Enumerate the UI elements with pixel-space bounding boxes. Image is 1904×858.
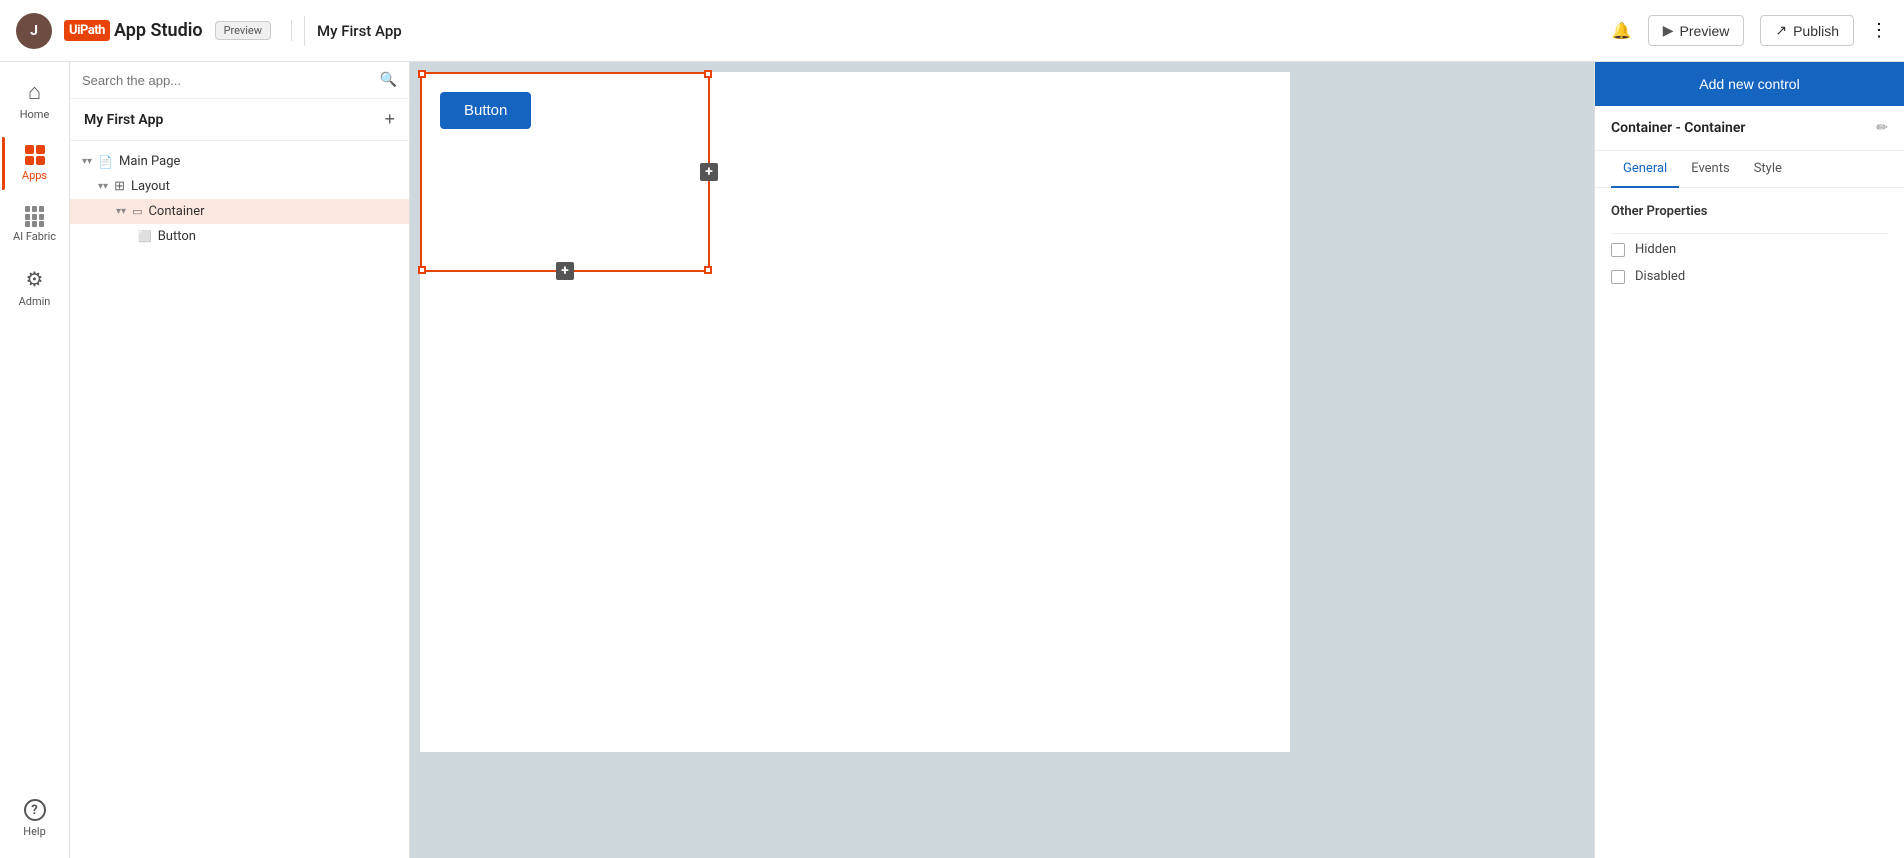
tab-events[interactable]: Events (1679, 151, 1741, 188)
add-new-control-button[interactable]: Add new control (1595, 62, 1904, 106)
search-icon: 🔍 (380, 72, 397, 88)
home-icon: ⌂ (28, 82, 41, 104)
sidebar-item-ai-fabric[interactable]: AI Fabric (5, 198, 65, 251)
container-icon: ▭ (132, 205, 142, 218)
resize-handle-bottom[interactable]: + (556, 262, 574, 280)
resize-handle-tl[interactable] (418, 70, 426, 78)
tree-item-button[interactable]: ⬜ Button (70, 224, 409, 249)
selected-container[interactable]: + + Button (420, 72, 710, 272)
chevron-down-icon: ▾ (116, 206, 126, 217)
apps-icon (25, 145, 45, 165)
right-panel: Add new control Container - Container ✏ … (1594, 62, 1904, 858)
share-icon (1775, 22, 1787, 39)
ai-fabric-icon (25, 206, 45, 226)
sidebar-item-apps[interactable]: Apps (5, 137, 65, 190)
divider (1611, 233, 1888, 234)
right-panel-tabs: General Events Style (1595, 151, 1904, 188)
container-label: Container (148, 204, 204, 219)
property-disabled: Disabled (1611, 269, 1888, 284)
home-label: Home (20, 108, 50, 121)
sidebar-item-help[interactable]: ? Help (5, 791, 65, 846)
edit-icon[interactable]: ✏ (1876, 120, 1888, 136)
tree-search-bar: 🔍 (70, 62, 409, 99)
icon-sidebar: ⌂ Home Apps AI Fabric ⚙ Admin ? Help (0, 62, 70, 858)
canvas-button[interactable]: Button (440, 92, 531, 129)
canvas-area: + + Button (410, 62, 1594, 858)
tree-app-header: My First App + (70, 99, 409, 141)
tab-general[interactable]: General (1611, 151, 1679, 188)
help-label: Help (23, 825, 46, 838)
header-logo: UiPath App Studio Preview (64, 20, 292, 41)
resize-handle-br[interactable] (704, 266, 712, 274)
tab-style[interactable]: Style (1742, 151, 1794, 188)
resize-handle-bl[interactable] (418, 266, 426, 274)
notification-bell-icon[interactable] (1612, 21, 1632, 40)
search-input[interactable] (82, 73, 372, 88)
other-properties-title: Other Properties (1611, 204, 1888, 219)
uipath-logo: UiPath App Studio (64, 20, 207, 41)
right-panel-title-bar: Container - Container ✏ (1595, 106, 1904, 151)
button-label-tree: Button (158, 229, 196, 244)
tree-add-button[interactable]: + (384, 109, 395, 130)
chevron-down-icon: ▾ (82, 156, 92, 167)
sidebar-item-admin[interactable]: ⚙ Admin (5, 259, 65, 316)
preview-badge: Preview (215, 21, 271, 40)
property-hidden: Hidden (1611, 242, 1888, 257)
tree-content: ▾ 📄 Main Page ▾ ⊞ Layout ▾ ▭ Container ⬜… (70, 141, 409, 858)
main-page-label: Main Page (119, 154, 180, 169)
layout-label: Layout (131, 179, 170, 194)
right-panel-title-text: Container - Container (1611, 120, 1745, 136)
logo-path: Path (80, 23, 105, 38)
publish-button[interactable]: Publish (1760, 15, 1854, 46)
button-icon: ⬜ (138, 230, 152, 243)
chevron-down-icon: ▾ (98, 181, 108, 192)
apps-label: Apps (22, 169, 47, 182)
tree-item-main-page[interactable]: ▾ 📄 Main Page (70, 149, 409, 174)
disabled-label: Disabled (1635, 269, 1685, 284)
logo-bracket: UiPath (64, 20, 110, 41)
play-icon (1663, 22, 1674, 39)
avatar: J (16, 13, 52, 49)
admin-icon: ⚙ (26, 267, 44, 291)
layout-icon: ⊞ (114, 179, 125, 194)
tree-item-container[interactable]: ▾ ▭ Container (70, 199, 409, 224)
hidden-label: Hidden (1635, 242, 1676, 257)
tree-app-name: My First App (84, 112, 163, 128)
help-icon: ? (24, 799, 46, 821)
ai-fabric-label: AI Fabric (13, 230, 56, 243)
active-indicator (2, 137, 5, 190)
right-panel-content: Other Properties Hidden Disabled (1595, 188, 1904, 312)
plus-icon: + (705, 165, 713, 179)
header-divider (304, 16, 305, 46)
header: J UiPath App Studio Preview My First App… (0, 0, 1904, 62)
hidden-checkbox[interactable] (1611, 243, 1625, 257)
main-layout: ⌂ Home Apps AI Fabric ⚙ Admin ? Help (0, 62, 1904, 858)
resize-handle-tr[interactable] (704, 70, 712, 78)
more-options-icon[interactable] (1870, 20, 1888, 41)
tree-panel: 🔍 My First App + ▾ 📄 Main Page ▾ ⊞ Layou… (70, 62, 410, 858)
sidebar-item-home[interactable]: ⌂ Home (5, 74, 65, 129)
page-icon: 📄 (98, 155, 113, 169)
app-studio-label: App Studio (114, 20, 203, 41)
plus-icon: + (561, 264, 569, 278)
tree-item-layout[interactable]: ▾ ⊞ Layout (70, 174, 409, 199)
preview-button[interactable]: Preview (1648, 15, 1745, 46)
admin-label: Admin (19, 295, 51, 308)
header-app-name: My First App (317, 22, 1600, 40)
header-actions: Preview Publish (1612, 15, 1888, 46)
resize-handle-right[interactable]: + (700, 163, 718, 181)
disabled-checkbox[interactable] (1611, 270, 1625, 284)
